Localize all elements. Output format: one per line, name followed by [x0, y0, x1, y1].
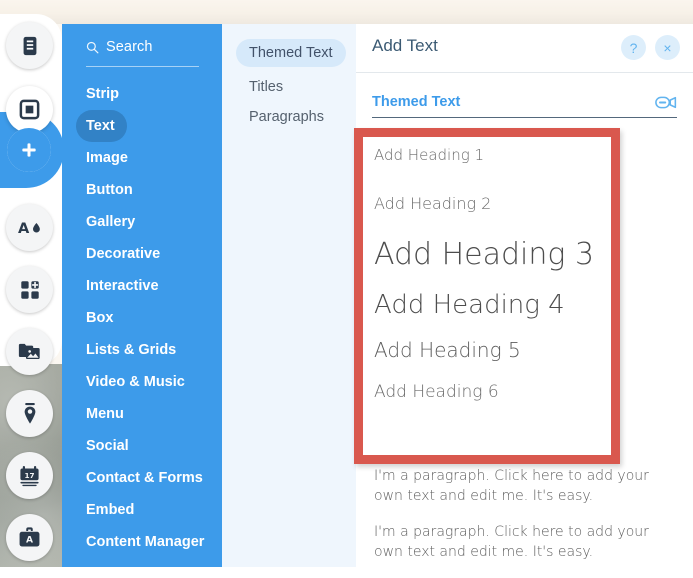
section-divider [372, 117, 677, 118]
category-item-lists-grids[interactable]: Lists & Grids [62, 334, 222, 366]
category-item-button[interactable]: Button [62, 174, 222, 206]
subnav-label: Paragraphs [249, 109, 324, 125]
search-input[interactable]: Search [86, 36, 200, 58]
paragraph-option-1[interactable]: I'm a paragraph. Click here to add your … [374, 466, 672, 506]
category-item-text[interactable]: Text [76, 110, 127, 142]
search-input-value: Search [106, 39, 153, 55]
heading-option-2[interactable]: Add Heading 2 [374, 194, 634, 213]
category-label: Content Manager [86, 534, 205, 550]
sidebar-item-bookings[interactable]: 17 [6, 452, 53, 499]
heading-options-list: Add Heading 1 Add Heading 2 Add Heading … [374, 134, 634, 402]
page-title: Add Text [372, 36, 438, 55]
subnav-label: Themed Text [249, 45, 333, 61]
add-icon [7, 128, 51, 172]
sidebar-item-design[interactable]: A [6, 204, 53, 251]
heading-option-5[interactable]: Add Heading 5 [374, 338, 634, 362]
media-icon [18, 341, 41, 362]
bookings-icon: 17 [18, 465, 41, 487]
paragraph-option-2[interactable]: I'm a paragraph. Click here to add your … [374, 522, 672, 562]
question-mark-icon: ? [629, 39, 638, 56]
category-label: Embed [86, 502, 135, 518]
category-label: Image [86, 150, 128, 166]
video-camera-icon[interactable] [655, 94, 677, 111]
category-label: Button [86, 182, 133, 198]
subnav-label: Titles [249, 79, 284, 95]
category-item-embed[interactable]: Embed [62, 494, 222, 526]
category-item-menu[interactable]: Menu [62, 398, 222, 430]
category-item-contact-forms[interactable]: Contact & Forms [62, 462, 222, 494]
category-item-video-music[interactable]: Video & Music [62, 366, 222, 398]
category-label: Social [86, 438, 129, 454]
section-title: Themed Text [372, 94, 461, 110]
category-label: Lists & Grids [86, 342, 177, 358]
heading-option-4[interactable]: Add Heading 4 [374, 290, 634, 320]
sidebar-item-background[interactable] [6, 86, 53, 133]
sidebar-item-business[interactable]: A [6, 514, 53, 561]
svg-text:A: A [26, 535, 33, 545]
sidebar-item-pages[interactable] [6, 22, 53, 69]
category-label: Interactive [86, 278, 159, 294]
category-list: Strip Text Image Button Gallery Decorati… [62, 78, 222, 558]
sidebar-item-blog[interactable] [6, 390, 53, 437]
sidebar-item-media[interactable] [6, 328, 53, 375]
background-icon [18, 98, 41, 121]
close-icon: × [663, 39, 672, 56]
design-icon: A [18, 218, 42, 238]
header-divider [356, 72, 693, 73]
section-header: Themed Text [372, 88, 677, 116]
category-item-interactive[interactable]: Interactive [62, 270, 222, 302]
category-item-box[interactable]: Box [62, 302, 222, 334]
category-label: Contact & Forms [86, 470, 203, 486]
blog-icon [20, 402, 40, 425]
category-label: Video & Music [86, 374, 185, 390]
subnav-item-paragraphs[interactable]: Paragraphs [236, 103, 337, 131]
pages-icon [19, 35, 41, 57]
heading-option-1[interactable]: Add Heading 1 [374, 146, 634, 164]
heading-option-6[interactable]: Add Heading 6 [374, 382, 634, 402]
svg-text:A: A [18, 220, 30, 237]
category-label: Decorative [86, 246, 161, 262]
sidebar-item-add[interactable] [7, 128, 51, 172]
help-button[interactable]: ? [621, 35, 646, 60]
category-item-gallery[interactable]: Gallery [62, 206, 222, 238]
apps-icon [19, 279, 41, 301]
search-icon [86, 41, 99, 54]
add-text-panel: Add Text ? × Themed Text Add Heading 1 A… [354, 24, 693, 567]
stage-top-strip [0, 0, 693, 24]
category-label: Menu [86, 406, 124, 422]
category-item-image[interactable]: Image [62, 142, 222, 174]
category-item-decorative[interactable]: Decorative [62, 238, 222, 270]
paragraph-options-list: I'm a paragraph. Click here to add your … [374, 466, 672, 578]
heading-option-3[interactable]: Add Heading 3 [374, 237, 634, 272]
subnav-item-themed-text[interactable]: Themed Text [236, 39, 346, 67]
sidebar-item-apps[interactable] [6, 266, 53, 313]
category-item-content-manager[interactable]: Content Manager [62, 526, 222, 558]
business-icon: A [18, 527, 41, 548]
close-button[interactable]: × [655, 35, 680, 60]
category-label: Gallery [86, 214, 136, 230]
search-underline [86, 66, 199, 67]
category-label: Text [86, 118, 115, 134]
category-item-strip[interactable]: Strip [62, 78, 222, 110]
category-label: Strip [86, 86, 120, 102]
subnav-item-titles[interactable]: Titles [236, 73, 296, 101]
category-label: Box [86, 310, 114, 326]
category-item-social[interactable]: Social [62, 430, 222, 462]
svg-text:17: 17 [24, 471, 34, 480]
